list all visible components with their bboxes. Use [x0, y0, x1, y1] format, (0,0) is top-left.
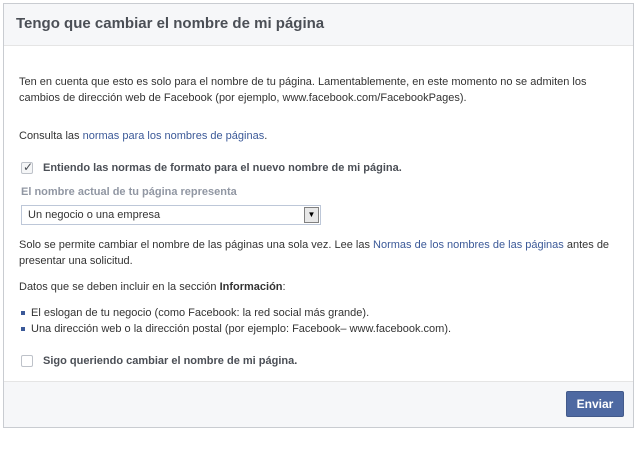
- once-text: Solo se permite cambiar el nombre de las…: [19, 237, 619, 269]
- dropdown-arrow-icon[interactable]: ▼: [304, 207, 319, 223]
- info-prefix: Datos que se deben incluir en la sección: [19, 281, 220, 293]
- list-item: Una dirección web o la dirección postal …: [19, 321, 451, 337]
- submit-button[interactable]: Enviar: [566, 391, 624, 417]
- still-want-change-row[interactable]: Sigo queriendo cambiar el nombre de mi p…: [21, 353, 297, 369]
- page-names-standards-link[interactable]: Normas de los nombres de las páginas: [373, 239, 564, 251]
- bullet-icon: [21, 327, 25, 331]
- info-suffix: :: [282, 281, 286, 293]
- bullet-text: El eslogan de tu negocio (como Facebook:…: [31, 307, 370, 319]
- rename-page-dialog: Tengo que cambiar el nombre de mi página…: [3, 3, 634, 428]
- understand-rules-label: Entiendo las normas de formato para el n…: [43, 162, 402, 174]
- page-category-value: Un negocio o una empresa: [28, 209, 161, 221]
- understand-rules-row[interactable]: ✓ Entiendo las normas de formato para el…: [21, 160, 402, 176]
- intro-text: Ten en cuenta que esto es solo para el n…: [19, 76, 587, 104]
- info-text: Datos que se deben incluir en la sección…: [19, 279, 619, 295]
- page-name-rules-link[interactable]: normas para los nombres de páginas: [83, 130, 265, 142]
- represents-label: El nombre actual de tu página representa: [21, 186, 237, 198]
- bullet-text: Una dirección web o la dirección postal …: [31, 323, 452, 335]
- consult-suffix: .: [264, 130, 268, 142]
- dialog-header: Tengo que cambiar el nombre de mi página: [4, 4, 633, 46]
- once-prefix: Solo se permite cambiar el nombre de las…: [19, 239, 374, 251]
- understand-rules-checkbox[interactable]: ✓: [21, 160, 34, 174]
- consult-text: Consulta las normas para los nombres de …: [19, 128, 619, 144]
- checkmark-icon: ✓: [23, 160, 34, 174]
- still-want-change-label: Sigo queriendo cambiar el nombre de mi p…: [43, 355, 298, 367]
- info-bullet-list: El eslogan de tu negocio (como Facebook:…: [19, 305, 451, 337]
- dialog-title: Tengo que cambiar el nombre de mi página: [16, 15, 325, 32]
- list-item: El eslogan de tu negocio (como Facebook:…: [19, 305, 451, 321]
- bullet-icon: [21, 311, 25, 315]
- page-category-select[interactable]: Un negocio o una empresa ▼: [21, 205, 321, 225]
- info-section-name: Información: [219, 281, 283, 293]
- still-want-change-checkbox[interactable]: [21, 355, 33, 367]
- dialog-footer: Enviar: [4, 381, 633, 427]
- consult-prefix: Consulta las: [19, 130, 83, 142]
